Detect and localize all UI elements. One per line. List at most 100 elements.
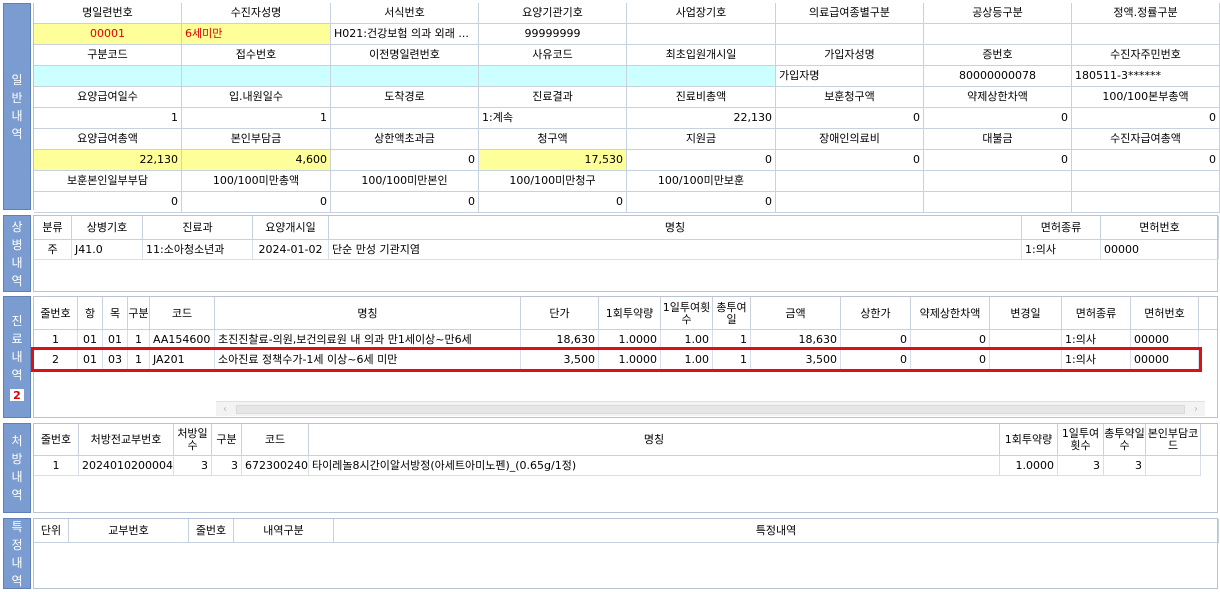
column-header[interactable]: 단위	[34, 519, 69, 543]
column-header[interactable]: 상병기호	[72, 216, 143, 240]
column-header[interactable]: 처방일수	[174, 424, 212, 456]
field-value[interactable]: 4,600	[182, 150, 331, 171]
field-value[interactable]	[479, 66, 627, 87]
field-value[interactable]: 0	[1072, 150, 1220, 171]
field-value[interactable]: H021:건강보험 의과 외래 ...	[331, 24, 479, 45]
field-value[interactable]	[331, 108, 479, 129]
field-value[interactable]	[776, 192, 924, 213]
sidebar-char: 역	[11, 573, 23, 588]
column-header[interactable]: 구분	[128, 297, 150, 330]
table-cell: 00000	[1101, 240, 1219, 260]
scroll-right-icon[interactable]: ›	[1189, 402, 1203, 417]
column-header[interactable]: 금액	[751, 297, 841, 330]
field-value[interactable]: 0	[331, 192, 479, 213]
field-value[interactable]	[627, 24, 776, 45]
sidebar-char: 방	[11, 452, 23, 466]
column-header[interactable]: 명칭	[309, 424, 1000, 456]
column-header[interactable]: 면허종류	[1022, 216, 1101, 240]
field-value[interactable]: 0	[479, 192, 627, 213]
column-header[interactable]: 명칭	[329, 216, 1022, 240]
field-value[interactable]	[34, 66, 182, 87]
column-header[interactable]: 1일투여횟수	[1058, 424, 1104, 456]
column-header[interactable]: 분류	[34, 216, 72, 240]
column-header[interactable]: 명칭	[215, 297, 521, 330]
field-value[interactable]	[182, 66, 331, 87]
field-value[interactable]	[1072, 24, 1220, 45]
column-header[interactable]: 총투약일수	[1104, 424, 1146, 456]
field-label: 수진자급여총액	[1072, 129, 1220, 150]
scroll-left-icon[interactable]: ‹	[218, 402, 232, 417]
prescription-section: 처 방 내 역 줄번호 처방전교부번호 처방일수 구분 코드 명칭 1회투약량 1일투여횟수 총…	[3, 423, 1218, 513]
field-value[interactable]: 22,130	[34, 150, 182, 171]
field-value[interactable]: 180511-3******	[1072, 66, 1220, 87]
table-row[interactable]: 주 J41.0 11:소아청소년과 2024-01-02 단순 만성 기관지염 1:의사 0…	[34, 240, 1219, 260]
table-cell: 타이레놀8시간이알서방정(아세트아미노펜)_(0.65g/1정)	[309, 456, 1000, 476]
table-cell: 1:의사	[1022, 240, 1101, 260]
field-value[interactable]: 0	[182, 192, 331, 213]
column-header[interactable]: 1회투약량	[599, 297, 661, 330]
column-header[interactable]: 1일투여횟수	[661, 297, 713, 330]
column-header[interactable]: 약제상한차액	[911, 297, 990, 330]
table-row[interactable]: 1 2024010200004 3 3 672300240 타이레놀8시간이알서방정(아세…	[34, 456, 1201, 476]
column-header[interactable]: 코드	[150, 297, 215, 330]
column-header[interactable]: 구분	[212, 424, 242, 456]
field-label: 수진자주민번호	[1072, 45, 1220, 66]
field-value[interactable]	[776, 24, 924, 45]
column-header[interactable]: 면허번호	[1101, 216, 1219, 240]
field-value[interactable]: 0	[1072, 108, 1220, 129]
column-header[interactable]: 1회투약량	[1000, 424, 1058, 456]
column-header[interactable]: 항	[78, 297, 103, 330]
field-value[interactable]: 가입자명	[776, 66, 924, 87]
column-header[interactable]: 면허종류	[1062, 297, 1131, 330]
field-value[interactable]: 1:계속	[479, 108, 627, 129]
field-value[interactable]: 22,130	[627, 108, 776, 129]
field-value[interactable]	[924, 24, 1072, 45]
column-header[interactable]: 단가	[521, 297, 599, 330]
column-header[interactable]: 면허번호	[1131, 297, 1199, 330]
column-header[interactable]: 코드	[242, 424, 309, 456]
field-value[interactable]: 1	[34, 108, 182, 129]
field-value[interactable]	[627, 66, 776, 87]
field-value[interactable]: 0	[627, 192, 776, 213]
column-header[interactable]: 상한가	[841, 297, 911, 330]
sidebar-char: 역	[11, 368, 23, 382]
column-header[interactable]: 교부번호	[69, 519, 189, 543]
column-header[interactable]: 본인부담코드	[1146, 424, 1201, 456]
field-value[interactable]: 99999999	[479, 24, 627, 45]
selected-row-highlight	[31, 347, 1202, 372]
field-label: 서식번호	[331, 3, 479, 24]
field-value[interactable]	[331, 66, 479, 87]
column-header[interactable]: 진료과	[143, 216, 253, 240]
column-header[interactable]: 처방전교부번호	[79, 424, 174, 456]
sidebar-char: 병	[11, 237, 23, 252]
field-value[interactable]: 0	[627, 150, 776, 171]
field-value[interactable]: 0	[924, 108, 1072, 129]
column-header[interactable]: 변경일	[990, 297, 1062, 330]
field-value[interactable]: 0	[776, 150, 924, 171]
field-value[interactable]: 80000000078	[924, 66, 1072, 87]
column-header[interactable]: 줄번호	[34, 297, 78, 330]
column-header[interactable]: 내역구분	[234, 519, 334, 543]
field-value[interactable]: 0	[924, 150, 1072, 171]
column-header[interactable]: 특정내역	[334, 519, 1219, 543]
column-header[interactable]: 총투여일	[713, 297, 751, 330]
column-header[interactable]: 줄번호	[34, 424, 79, 456]
field-value[interactable]: 0	[776, 108, 924, 129]
scrollbar-thumb[interactable]	[236, 405, 1185, 414]
column-header[interactable]: 목	[103, 297, 128, 330]
field-value[interactable]: 1	[182, 108, 331, 129]
disease-section: 상 병 내 역 분류 상병기호 진료과 요양개시일 명칭 면허종류 면허번호 주 J41.0 11…	[3, 215, 1219, 292]
horizontal-scrollbar[interactable]: ‹ ›	[216, 401, 1205, 416]
field-value[interactable]	[924, 192, 1072, 213]
field-label: 요양급여일수	[34, 87, 182, 108]
field-value[interactable]	[1072, 192, 1220, 213]
column-header[interactable]: 요양개시일	[253, 216, 329, 240]
sidebar-char: 일	[11, 72, 23, 87]
field-value[interactable]: 0	[331, 150, 479, 171]
field-value[interactable]: 17,530	[479, 150, 627, 171]
field-value[interactable]: 0	[34, 192, 182, 213]
field-value[interactable]: 6세미만	[182, 24, 331, 45]
column-header[interactable]: 줄번호	[189, 519, 234, 543]
table-cell: 3	[174, 456, 212, 476]
field-value[interactable]: 00001	[34, 24, 182, 45]
